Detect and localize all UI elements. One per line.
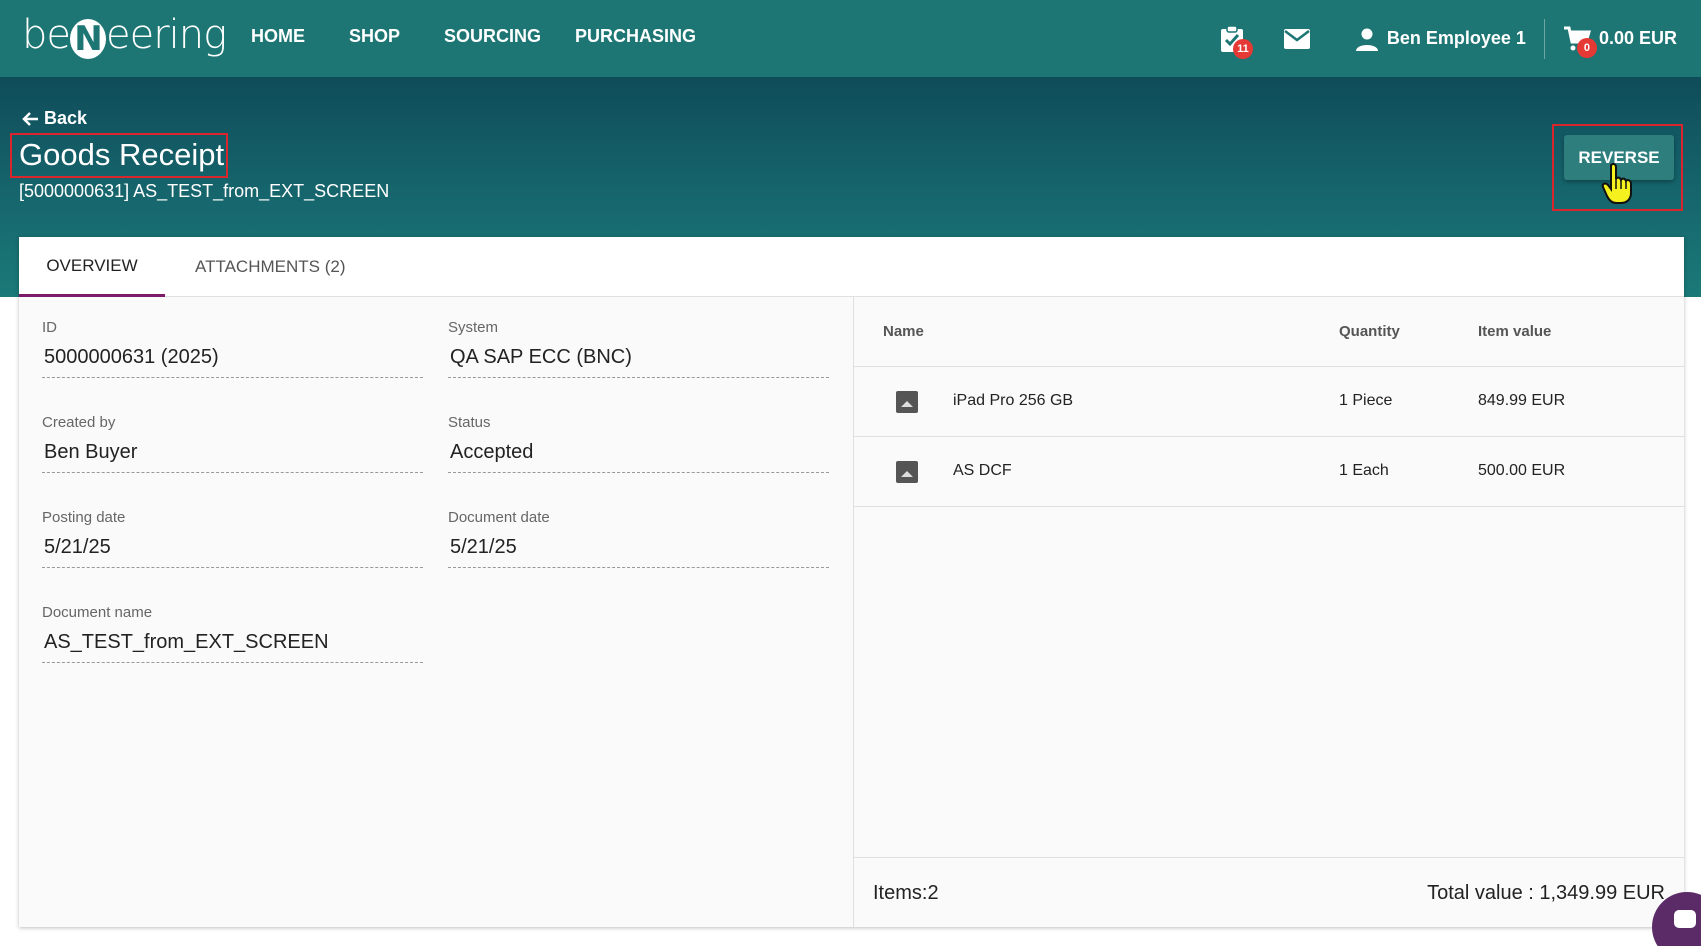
- field-value: Accepted: [448, 441, 829, 473]
- tasks-badge: 11: [1232, 38, 1253, 59]
- field-label: ID: [42, 319, 57, 336]
- robot-icon: [1674, 910, 1696, 928]
- nav-sourcing[interactable]: SOURCING: [444, 26, 541, 47]
- image-placeholder-icon: [896, 391, 918, 413]
- cart-total: 0.00 EUR: [1598, 28, 1677, 48]
- messages-button[interactable]: [1283, 28, 1311, 50]
- field-label: Document name: [42, 604, 153, 621]
- item-name: iPad Pro 256 GB: [953, 392, 1074, 409]
- field-value: 5000000631 (2025): [42, 346, 423, 378]
- item-name: AS DCF: [953, 462, 1012, 479]
- column-header-quantity[interactable]: Quantity: [1339, 323, 1400, 340]
- nav-shop[interactable]: SHOP: [349, 26, 400, 47]
- mail-icon: [1283, 28, 1310, 49]
- table-row[interactable]: AS DCF 1 Each 500.00 EUR: [854, 437, 1685, 507]
- items-panel: Name Quantity Item value iPad Pro 256 GB…: [853, 297, 1685, 927]
- field-created-by: Created by Ben Buyer: [42, 414, 423, 473]
- goods-receipt-card: OVERVIEW ATTACHMENTS (2) ID 5000000631 (…: [19, 237, 1685, 927]
- benneering-logo[interactable]: be Neering: [22, 12, 227, 59]
- column-header-name[interactable]: Name: [883, 323, 924, 340]
- field-system: System QA SAP ECC (BNC): [448, 319, 829, 378]
- field-label: Status: [448, 414, 491, 431]
- items-summary-footer: Items:2 Total value : 1,349.99 EUR: [854, 857, 1685, 927]
- tab-bar: OVERVIEW ATTACHMENTS (2): [19, 237, 1684, 297]
- logo-n-mark: N: [70, 19, 106, 59]
- field-posting-date: Posting date 5/21/25: [42, 509, 423, 568]
- logo-text-prefix: be: [22, 12, 71, 58]
- page-subtitle: [5000000631] AS_TEST_from_EXT_SCREEN: [19, 181, 390, 201]
- header-actions: 11 Ben Employee 1 0 0.00 EUR: [1219, 0, 1677, 77]
- item-quantity: 1 Piece: [1339, 392, 1393, 409]
- overview-fields-panel: ID 5000000631 (2025) System QA SAP ECC (…: [19, 297, 853, 927]
- page-title: Goods Receipt: [19, 137, 225, 172]
- back-link[interactable]: Back: [22, 108, 87, 129]
- header-divider: [1543, 18, 1545, 59]
- back-label: Back: [44, 108, 88, 128]
- field-document-date: Document date 5/21/25: [448, 509, 829, 568]
- main-nav: HOME SHOP SOURCING PURCHASING: [251, 26, 740, 47]
- total-value: Total value : 1,349.99 EUR: [1427, 882, 1665, 904]
- tab-overview[interactable]: OVERVIEW: [19, 237, 165, 297]
- nav-home[interactable]: HOME: [251, 26, 305, 47]
- user-icon: [1355, 28, 1378, 51]
- arrow-left-icon: [22, 111, 38, 126]
- tasks-button[interactable]: 11: [1219, 24, 1253, 59]
- table-row[interactable]: iPad Pro 256 GB 1 Piece 849.99 EUR: [854, 367, 1685, 437]
- cart-button[interactable]: 0 0.00 EUR: [1563, 26, 1677, 58]
- field-value: AS_TEST_from_EXT_SCREEN: [42, 631, 423, 663]
- hand-pointer-cursor-icon: [1601, 163, 1632, 204]
- field-label: Created by: [42, 414, 116, 431]
- field-label: Document date: [448, 509, 550, 526]
- field-document-name: Document name AS_TEST_from_EXT_SCREEN: [42, 604, 423, 663]
- item-quantity: 1 Each: [1339, 462, 1389, 479]
- tab-attachments[interactable]: ATTACHMENTS (2): [165, 237, 375, 297]
- cart-badge: 0: [1576, 37, 1597, 58]
- field-value: QA SAP ECC (BNC): [448, 346, 829, 378]
- user-menu[interactable]: Ben Employee 1: [1355, 27, 1526, 51]
- nav-purchasing[interactable]: PURCHASING: [575, 26, 696, 47]
- items-table-header: Name Quantity Item value: [854, 297, 1685, 367]
- field-label: System: [448, 319, 499, 336]
- field-value: Ben Buyer: [42, 441, 423, 473]
- field-value: 5/21/25: [448, 536, 829, 568]
- field-status: Status Accepted: [448, 414, 829, 473]
- image-placeholder-icon: [896, 461, 918, 483]
- user-name: Ben Employee 1: [1386, 28, 1526, 48]
- items-count: Items:2: [873, 882, 939, 904]
- field-value: 5/21/25: [42, 536, 423, 568]
- column-header-item-value[interactable]: Item value: [1478, 323, 1551, 340]
- logo-text-suffix: eering: [106, 12, 227, 58]
- item-value: 500.00 EUR: [1478, 462, 1566, 479]
- field-id: ID 5000000631 (2025): [42, 319, 423, 378]
- item-value: 849.99 EUR: [1478, 392, 1566, 409]
- top-navigation-bar: be Neering HOME SHOP SOURCING PURCHASING …: [0, 0, 1701, 77]
- field-label: Posting date: [42, 509, 126, 526]
